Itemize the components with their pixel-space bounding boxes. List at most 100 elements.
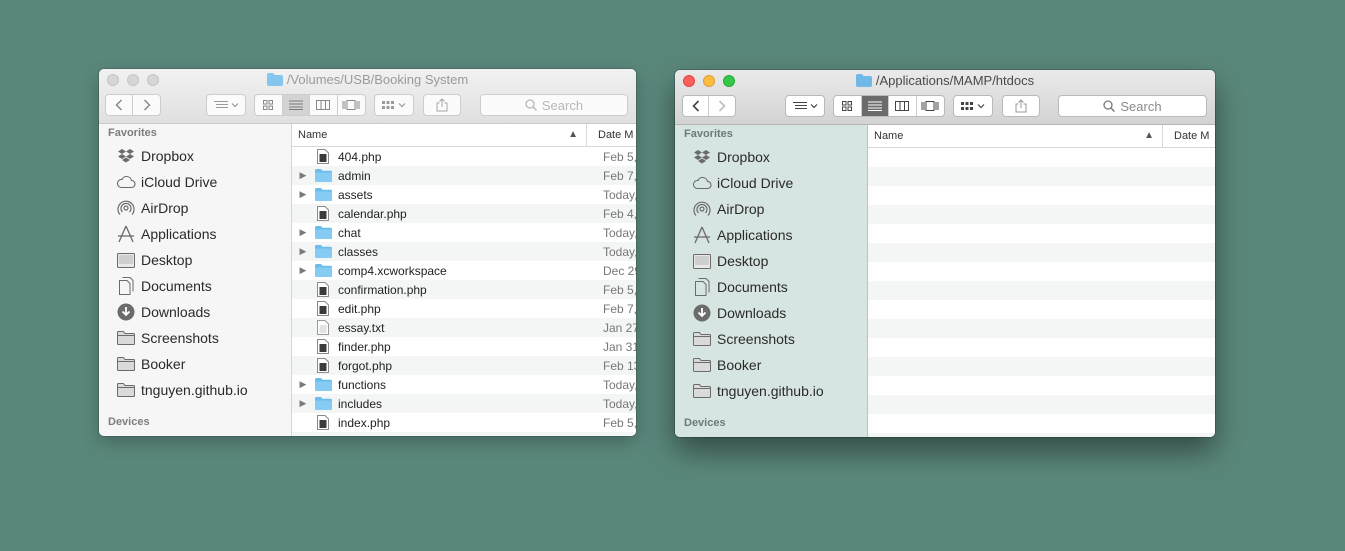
file-row[interactable]: ▶ assets Today, [292, 185, 636, 204]
file-row[interactable]: ▶ comp4.xcworkspace Dec 29 [292, 261, 636, 280]
sidebar-item-documents[interactable]: Documents [99, 273, 291, 299]
sidebar-item-booker[interactable]: Booker [99, 351, 291, 377]
file-row[interactable]: 404.php Feb 5, [292, 147, 636, 166]
titlebar[interactable]: /Applications/MAMP/htdocs Search [675, 70, 1215, 125]
favorites-header: Favorites [684, 128, 733, 140]
sidebar-item-dropbox[interactable]: Dropbox [99, 143, 291, 169]
disclosure-triangle-icon[interactable]: ▶ [292, 265, 314, 276]
disclosure-triangle-icon[interactable]: ▶ [292, 170, 314, 181]
folder-icon [266, 73, 283, 86]
file-name: confirmation.php [338, 282, 427, 297]
devices-header: Devices [684, 417, 726, 429]
view-mode-switcher [254, 94, 366, 116]
date-modified-column-header[interactable]: Date M [586, 124, 633, 146]
php-file-icon [314, 282, 332, 297]
sidebar-item-tnguyen-github-io[interactable]: tnguyen.github.io [675, 378, 867, 404]
file-date-modified: Feb 13 [603, 358, 636, 373]
file-row[interactable]: ▶ functions Today, [292, 375, 636, 394]
sidebar-item-icloud-drive[interactable]: iCloud Drive [99, 169, 291, 195]
file-row[interactable]: ▶ admin Feb 7, [292, 166, 636, 185]
file-row[interactable]: edit.php Feb 7, [292, 299, 636, 318]
coverflow-view-button[interactable] [338, 95, 365, 115]
file-list[interactable]: Name ▲ Date M [868, 125, 1215, 437]
sidebar-item-airdrop[interactable]: AirDrop [675, 196, 867, 222]
empty-row [868, 186, 1215, 205]
titlebar[interactable]: /Volumes/USB/Booking System Search [99, 69, 636, 124]
file-list[interactable]: Name ▲ Date M 404.php Feb 5, ▶ admin Feb 7, ▶… [292, 124, 636, 436]
date-modified-column-header[interactable]: Date M [1162, 125, 1209, 147]
file-row[interactable]: index.php Feb 5, [292, 413, 636, 432]
sidebar-item-booker[interactable]: Booker [675, 352, 867, 378]
sort-ascending-icon: ▲ [568, 129, 578, 140]
chevron-right-icon [143, 99, 151, 111]
search-field[interactable]: Search [480, 94, 628, 116]
column-view-button[interactable] [889, 96, 917, 116]
folder-icon [116, 355, 136, 373]
search-field[interactable]: Search [1058, 95, 1207, 117]
back-button[interactable] [106, 95, 134, 115]
icon-view-button[interactable] [255, 95, 283, 115]
finder-window-booking-system[interactable]: /Volumes/USB/Booking System Search Favor… [99, 69, 636, 436]
forward-button[interactable] [133, 95, 160, 115]
grid-icon [263, 100, 274, 110]
empty-row [868, 338, 1215, 357]
sidebar-item-applications[interactable]: Applications [99, 221, 291, 247]
name-column-header[interactable]: Name ▲ [292, 129, 586, 141]
sidebar-item-airdrop[interactable]: AirDrop [99, 195, 291, 221]
sidebar-item-downloads[interactable]: Downloads [675, 300, 867, 326]
disclosure-triangle-icon[interactable]: ▶ [292, 398, 314, 409]
file-row[interactable]: ▶ classes Today, [292, 242, 636, 261]
share-button[interactable] [1002, 95, 1040, 117]
file-row[interactable]: essay.txt Jan 27 [292, 318, 636, 337]
sidebar-item-documents[interactable]: Documents [675, 274, 867, 300]
file-name: index.php [338, 415, 391, 430]
file-row[interactable]: confirmation.php Feb 5, [292, 280, 636, 299]
sidebar-item-dropbox[interactable]: Dropbox [675, 144, 867, 170]
sidebar-item-screenshots[interactable]: Screenshots [99, 325, 291, 351]
sidebar-item-label: Desktop [717, 253, 769, 269]
file-row[interactable]: ▶ chat Today, [292, 223, 636, 242]
columns-icon [895, 101, 910, 111]
file-row[interactable]: forgot.php Feb 13 [292, 356, 636, 375]
dropbox-icon [692, 148, 712, 166]
sidebar-item-desktop[interactable]: Desktop [99, 247, 291, 273]
finder-window-htdocs[interactable]: /Applications/MAMP/htdocs Search Favorit… [675, 70, 1215, 437]
name-column-label: Name [298, 129, 328, 141]
icon-view-button[interactable] [834, 96, 862, 116]
arrange-dropdown[interactable] [206, 94, 246, 116]
sidebar-item-label: AirDrop [141, 200, 189, 216]
disclosure-triangle-icon[interactable]: ▶ [292, 227, 314, 238]
sidebar-item-label: Downloads [141, 304, 211, 320]
column-view-button[interactable] [310, 95, 338, 115]
sidebar-item-tnguyen-github-io[interactable]: tnguyen.github.io [99, 377, 291, 403]
share-button[interactable] [423, 94, 461, 116]
sidebar-item-applications[interactable]: Applications [675, 222, 867, 248]
window-title: /Volumes/USB/Booking System [99, 72, 636, 87]
list-view-button[interactable] [861, 96, 889, 116]
file-row[interactable]: finder.php Jan 31 [292, 337, 636, 356]
sidebar-item-label: Documents [717, 279, 788, 295]
coverflow-view-button[interactable] [917, 96, 944, 116]
disclosure-triangle-icon[interactable]: ▶ [292, 246, 314, 257]
folder-icon [314, 169, 332, 182]
group-by-dropdown[interactable] [374, 94, 414, 116]
back-button[interactable] [683, 96, 710, 116]
chevron-right-icon [718, 100, 726, 112]
forward-button[interactable] [709, 96, 735, 116]
sidebar-item-icloud-drive[interactable]: iCloud Drive [675, 170, 867, 196]
arrange-dropdown[interactable] [785, 95, 825, 117]
file-row[interactable]: calendar.php Feb 4, [292, 204, 636, 223]
php-file-icon [314, 415, 332, 430]
name-column-header[interactable]: Name ▲ [868, 130, 1162, 142]
sidebar-item-desktop[interactable]: Desktop [675, 248, 867, 274]
disclosure-triangle-icon[interactable]: ▶ [292, 379, 314, 390]
file-row[interactable]: ▶ includes Today, [292, 394, 636, 413]
sidebar-item-downloads[interactable]: Downloads [99, 299, 291, 325]
disclosure-triangle-icon[interactable]: ▶ [292, 189, 314, 200]
folder-icon [116, 381, 136, 399]
downloads-icon [692, 304, 712, 322]
sidebar-item-screenshots[interactable]: Screenshots [675, 326, 867, 352]
file-name: finder.php [338, 339, 391, 354]
list-view-button[interactable] [282, 95, 310, 115]
group-by-dropdown[interactable] [953, 95, 993, 117]
